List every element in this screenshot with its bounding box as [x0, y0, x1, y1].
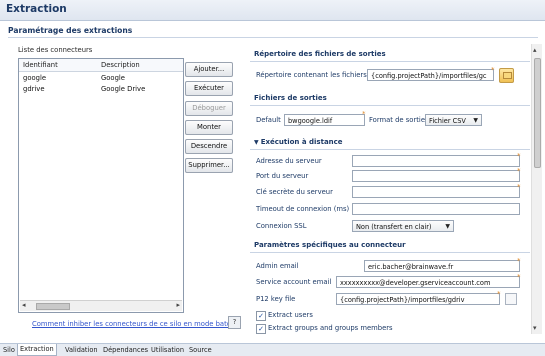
- help-icon[interactable]: ?: [228, 316, 241, 329]
- tab-source[interactable]: Source: [189, 345, 212, 356]
- remote-section-title: Exécution à distance: [260, 138, 343, 146]
- output-dir-field[interactable]: {config.projectPath}/importfiles/gc: [367, 69, 494, 81]
- required-marker: *: [491, 66, 495, 74]
- horizontal-scrollbar[interactable]: ◂ ▸: [20, 300, 182, 311]
- scroll-down-icon[interactable]: ▾: [533, 324, 537, 332]
- table-row[interactable]: gdrive Google Drive: [19, 84, 183, 95]
- connector-id: gdrive: [23, 85, 45, 93]
- server-address-label: Adresse du serveur: [256, 157, 322, 165]
- ssl-select[interactable]: Non (transfert en clair) ▼: [352, 220, 454, 232]
- editor-header: Extraction: [0, 0, 545, 21]
- required-marker: *: [517, 152, 521, 160]
- extract-users-checkbox[interactable]: ✓: [256, 311, 266, 321]
- output-format-value: Fichier CSV: [429, 117, 466, 125]
- service-account-label: Service account email: [256, 278, 332, 286]
- section-divider: [250, 252, 530, 253]
- server-port-field[interactable]: [352, 170, 520, 182]
- p12-key-label: P12 key file: [256, 295, 296, 303]
- column-header-description[interactable]: Description: [101, 61, 140, 69]
- connectors-label: Liste des connecteurs: [18, 46, 93, 54]
- run-button[interactable]: Exécuter: [185, 81, 233, 96]
- connector-description: Google: [101, 74, 125, 82]
- tab-silo[interactable]: Silo: [3, 345, 15, 356]
- required-marker: *: [497, 290, 501, 298]
- connector-params-section-title: Paramètres spécifiques au connecteur: [254, 241, 406, 249]
- output-dir-label: Répertoire contenant les fichiers: [256, 71, 367, 79]
- scroll-up-icon[interactable]: ▴: [533, 46, 537, 54]
- chevron-down-icon: ▼: [445, 223, 450, 230]
- browse-folder-icon[interactable]: [499, 68, 514, 83]
- connectors-table-header: Identifiant Description: [19, 59, 183, 72]
- default-file-field[interactable]: bwgoogle.ldif: [284, 114, 365, 126]
- service-account-field[interactable]: xxxxxxxxxx@developer.gserviceaccount.com: [336, 276, 520, 288]
- required-marker: *: [362, 110, 366, 118]
- tab-validation[interactable]: Validation: [65, 345, 98, 356]
- extract-groups-checkbox[interactable]: ✓: [256, 324, 266, 334]
- p12-key-field[interactable]: {config.projectPath}/importfiles/gdriv: [336, 293, 500, 305]
- tab-dependances[interactable]: Dépendances: [103, 345, 148, 356]
- required-marker: *: [517, 183, 521, 191]
- add-button[interactable]: Ajouter...: [185, 62, 233, 77]
- page-title: Extraction: [6, 3, 67, 15]
- secret-key-label: Clé secrète du serveur: [256, 188, 333, 196]
- output-format-select[interactable]: Fichier CSV ▼: [425, 114, 482, 126]
- output-files-section-title: Fichiers de sorties: [254, 94, 327, 102]
- section-title: Paramétrage des extractions: [8, 26, 133, 35]
- section-divider: [250, 149, 530, 150]
- batch-mode-help-link[interactable]: Comment inhiber les connecteurs de ce si…: [32, 320, 241, 328]
- secret-key-field[interactable]: [352, 186, 520, 198]
- section-divider: [250, 61, 530, 62]
- admin-email-label: Admin email: [256, 262, 299, 270]
- tab-extraction[interactable]: Extraction: [17, 344, 57, 356]
- connectors-table[interactable]: Identifiant Description google Google gd…: [18, 58, 184, 313]
- timeout-label: Timeout de connexion (ms): [256, 205, 350, 213]
- ssl-label: Connexion SSL: [256, 222, 307, 230]
- section-divider: [250, 105, 530, 106]
- delete-button[interactable]: Supprimer...: [185, 158, 233, 173]
- ssl-value: Non (transfert en clair): [356, 223, 432, 231]
- required-marker: *: [517, 167, 521, 175]
- extract-groups-label: Extract groups and groups members: [268, 324, 393, 332]
- remote-section-header[interactable]: ▼ Exécution à distance: [250, 136, 530, 149]
- chevron-down-icon: ▼: [473, 117, 478, 124]
- expand-triangle-icon: ▼: [254, 139, 261, 146]
- default-file-label: Default: [256, 116, 281, 124]
- editor-tabs: Silo Extraction Validation Dépendances U…: [0, 343, 545, 356]
- section-divider: [8, 37, 538, 38]
- move-down-button[interactable]: Descendre: [185, 139, 233, 154]
- connector-id: google: [23, 74, 47, 82]
- tab-utilisation[interactable]: Utilisation: [151, 345, 184, 356]
- vertical-scrollbar[interactable]: ▴ ▾: [531, 44, 542, 334]
- scroll-left-icon[interactable]: ◂: [22, 301, 26, 309]
- connector-description: Google Drive: [101, 85, 146, 93]
- scroll-right-icon[interactable]: ▸: [176, 301, 180, 309]
- required-marker: *: [517, 257, 521, 265]
- server-port-label: Port du serveur: [256, 172, 309, 180]
- extract-users-label: Extract users: [268, 311, 313, 319]
- output-dir-section-title: Répertoire des fichiers de sorties: [254, 50, 386, 58]
- table-row[interactable]: google Google: [19, 73, 183, 84]
- server-address-field[interactable]: [352, 155, 520, 167]
- timeout-field[interactable]: [352, 203, 520, 215]
- browse-file-button[interactable]: [505, 293, 517, 305]
- admin-email-field[interactable]: eric.bacher@brainwave.fr: [364, 260, 520, 272]
- scrollbar-thumb[interactable]: [534, 58, 541, 168]
- debug-button[interactable]: Déboguer: [185, 101, 233, 116]
- move-up-button[interactable]: Monter: [185, 120, 233, 135]
- output-format-label: Format de sortie: [369, 116, 425, 124]
- column-header-identifiant[interactable]: Identifiant: [23, 61, 58, 69]
- required-marker: *: [517, 273, 521, 281]
- scrollbar-thumb[interactable]: [36, 303, 70, 310]
